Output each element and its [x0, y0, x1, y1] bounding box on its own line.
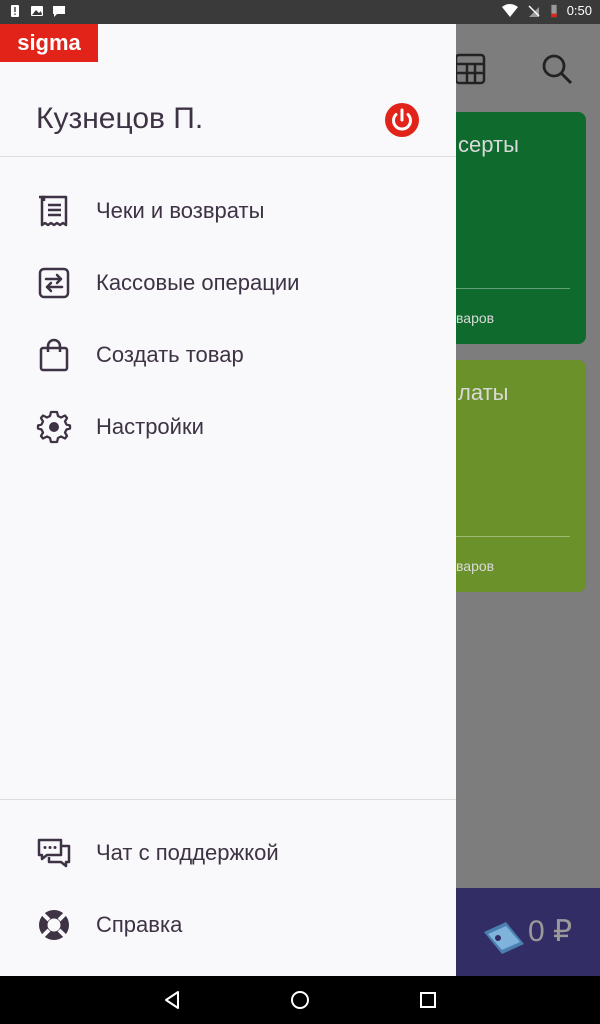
card-divider: [456, 288, 570, 289]
menu-item-receipts[interactable]: Чеки и возвраты: [0, 179, 456, 243]
shopping-bag-icon: [39, 338, 69, 372]
back-icon[interactable]: [160, 988, 184, 1012]
battery-icon: [551, 4, 557, 17]
card-title: латы: [458, 380, 509, 405]
menu-item-label: Чеки и возвраты: [96, 198, 265, 223]
recents-icon[interactable]: [416, 988, 440, 1012]
power-icon[interactable]: [384, 102, 420, 138]
sigma-logo: sigma: [0, 24, 98, 62]
menu-item-cash-operations[interactable]: Кассовые операции: [0, 251, 456, 315]
alert-icon: [11, 5, 19, 17]
menu-item-create-product[interactable]: Создать товар: [0, 323, 456, 387]
menu-item-help[interactable]: Справка: [0, 893, 456, 957]
search-icon[interactable]: [540, 52, 574, 86]
menu-item-label: Чат с поддержкой: [96, 840, 279, 865]
no-sim-icon: [528, 4, 540, 17]
home-icon[interactable]: [288, 988, 312, 1012]
chat-icon: [37, 838, 71, 868]
menu-item-label: Кассовые операции: [96, 270, 300, 295]
table-grid-icon[interactable]: [453, 52, 487, 86]
cart-tag-icon: [484, 922, 524, 954]
footer-divider: [0, 799, 456, 800]
swap-icon: [38, 267, 70, 299]
card-subtitle: варов: [456, 310, 495, 326]
gear-icon: [36, 410, 72, 444]
user-name: Кузнецов П.: [36, 102, 204, 135]
image-icon: [31, 6, 43, 16]
clock: 0:50: [566, 3, 592, 18]
lifebuoy-icon: [39, 910, 69, 940]
navigation-drawer: sigma Кузнецов П. Чеки и возвраты Кассов…: [0, 24, 456, 976]
card-title: серты: [458, 132, 519, 157]
menu-item-settings[interactable]: Настройки: [0, 395, 456, 459]
menu-item-label: Настройки: [96, 414, 204, 439]
message-icon: [53, 6, 65, 17]
status-bar: 0:50: [0, 0, 600, 24]
header-divider: [0, 156, 456, 157]
card-subtitle: варов: [456, 558, 495, 574]
menu-item-support-chat[interactable]: Чат с поддержкой: [0, 821, 456, 885]
wifi-icon: [501, 3, 518, 17]
system-nav-bar: [0, 976, 600, 1024]
card-divider: [456, 536, 570, 537]
receipt-icon: [39, 195, 68, 227]
cart-total: 0 ₽: [528, 915, 573, 948]
menu-item-label: Создать товар: [96, 342, 244, 367]
menu-item-label: Справка: [96, 912, 183, 937]
